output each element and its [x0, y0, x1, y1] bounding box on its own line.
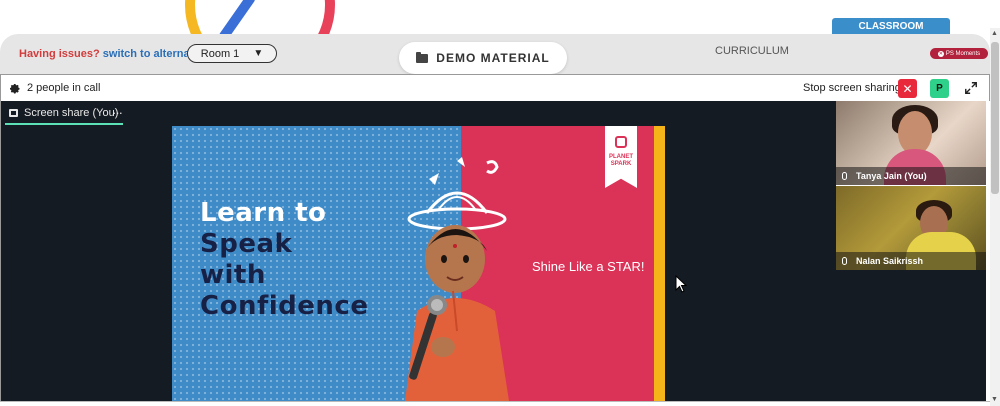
brand-line-1: PLANET — [609, 154, 633, 160]
planet-spark-wordmark: PLANET SPARK — [605, 154, 637, 168]
bottom-divider — [0, 401, 990, 406]
tab-classroom[interactable]: CLASSROOM — [832, 18, 950, 41]
slide-tagline: Shine Like a STAR! — [532, 259, 645, 274]
participant-name: Nalan Saikrissh — [856, 256, 924, 266]
scroll-down-icon[interactable]: ▼ — [991, 396, 998, 403]
ps-moments-label: PS Moments — [945, 50, 981, 57]
headline-line-2: Speak — [200, 229, 293, 259]
headline-line-3: with — [200, 260, 266, 290]
expand-icon[interactable] — [964, 81, 978, 95]
robot-icon — [615, 136, 627, 148]
screen-share-label: Screen share (You) — [24, 107, 119, 119]
screen-share-tab[interactable]: Screen share (You) — [9, 107, 118, 119]
slide-yellow-strip — [654, 126, 665, 401]
tab-curriculum[interactable]: CURRICULUM — [715, 45, 789, 57]
shared-slide: Learn to Speak with Confidence Shine Lik… — [172, 126, 665, 401]
microphone-icon — [842, 172, 847, 180]
room-select-value: Room 1 — [200, 47, 240, 60]
child-with-microphone-image — [405, 157, 509, 401]
close-icon: ✕ — [902, 81, 913, 96]
folder-icon — [416, 51, 429, 63]
stop-sharing-text: Stop screen sharing — [803, 82, 901, 94]
participant-video-nalan[interactable]: Nalan Saikrissh — [836, 186, 986, 270]
brand-line-2: SPARK — [610, 161, 632, 167]
participant-video-tanya[interactable]: Tanya Jain (You) — [836, 101, 986, 185]
ps-moments-badge[interactable]: ✕ PS Moments — [930, 48, 988, 59]
microphone-icon — [842, 257, 847, 265]
avatar[interactable]: P — [930, 79, 949, 98]
headline-line-1: Learn to — [200, 198, 327, 228]
participant-name-bar: Tanya Jain (You) — [836, 167, 986, 185]
room-select[interactable]: Room 1 ▼ — [187, 44, 277, 63]
participant-name-bar: Nalan Saikrissh — [836, 252, 986, 270]
participant-strip-background — [836, 270, 986, 401]
scroll-up-icon[interactable]: ▲ — [991, 30, 998, 37]
more-options-icon[interactable]: ··· — [112, 105, 123, 120]
dropdown-arrow-icon: ▼ — [253, 48, 264, 59]
active-tab-indicator — [5, 123, 123, 125]
close-icon: ✕ — [937, 50, 944, 57]
demo-material-label: DEMO MATERIAL — [436, 51, 550, 65]
issue-text: Having issues? — [19, 48, 100, 60]
headline-line-4: Confidence — [200, 291, 369, 321]
monitor-icon — [9, 109, 18, 117]
people-count: 2 people in call — [27, 82, 101, 94]
demo-material-button[interactable]: DEMO MATERIAL — [399, 42, 567, 74]
classroom-window: CLASSROOM Having issues? switch to alter… — [0, 0, 1000, 406]
slide-headline: Learn to Speak with Confidence — [200, 198, 368, 322]
participant-name: Tanya Jain (You) — [856, 171, 927, 181]
mouse-cursor-icon — [675, 275, 687, 293]
scrollbar-thumb[interactable] — [991, 42, 999, 194]
stop-sharing-button[interactable]: ✕ — [898, 79, 917, 98]
gear-icon[interactable] — [9, 82, 21, 94]
